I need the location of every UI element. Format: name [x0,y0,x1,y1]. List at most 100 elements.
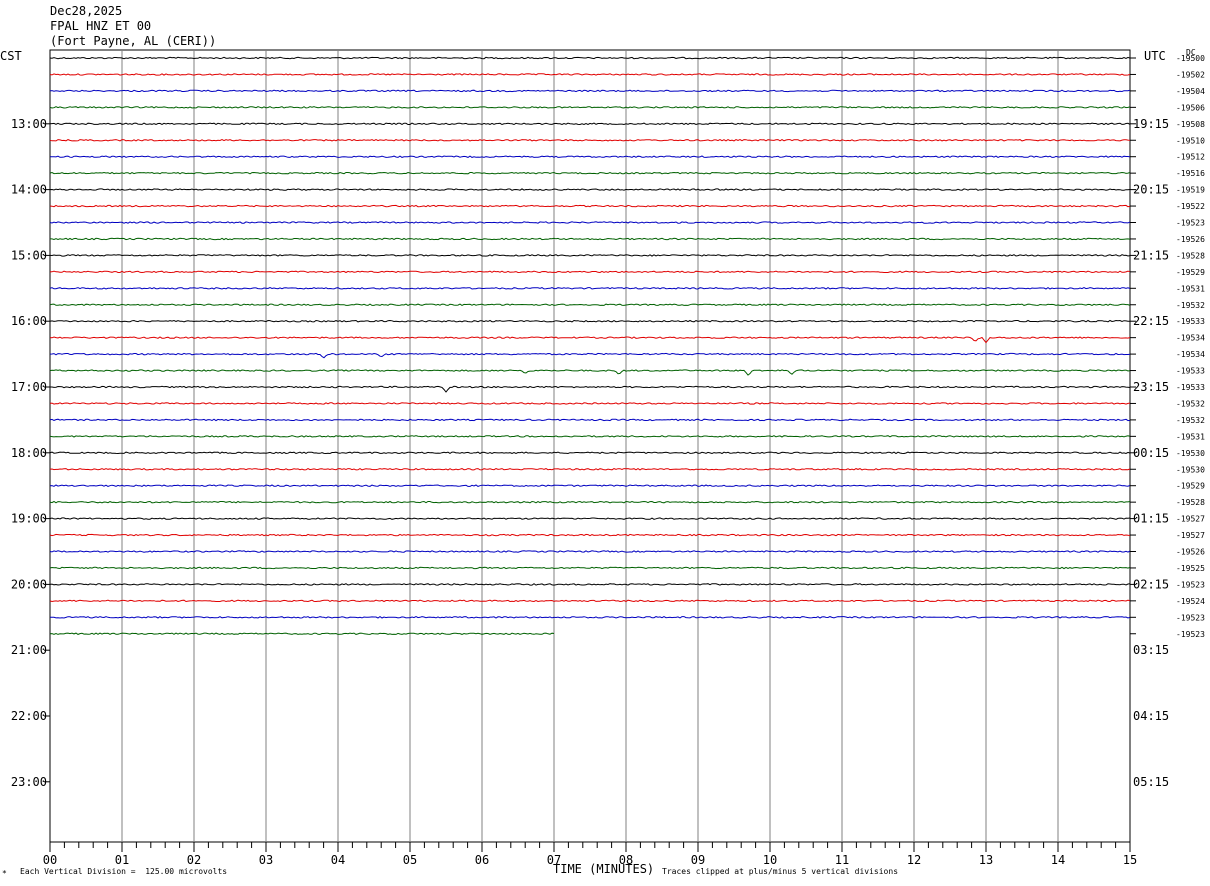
x-tick-label: 09 [691,853,705,867]
dc-offset-label: -19526 [1176,548,1205,557]
left-hour-label: 17:00 [11,380,47,394]
seismic-trace [49,336,1131,344]
dc-offset-label: -19526 [1176,235,1205,244]
seismic-trace [49,632,555,635]
right-hour-label: 04:15 [1133,709,1169,723]
seismic-trace [49,188,1131,191]
x-tick-label: 06 [475,853,489,867]
seismic-trace [49,550,1131,553]
right-hour-label: 22:15 [1133,314,1169,328]
dc-offset-label: -19533 [1176,317,1205,326]
left-hour-label: 20:00 [11,577,47,591]
dc-offset-label: -19512 [1176,153,1205,162]
seismic-trace [49,319,1131,323]
seismic-trace [49,254,1131,257]
x-tick-label: 12 [907,853,921,867]
left-hour-label: 23:00 [11,775,47,789]
x-tick-label: 02 [187,853,201,867]
dc-offset-label: -19519 [1176,186,1205,195]
dc-offset-label: -19533 [1176,383,1205,392]
seismic-trace [49,435,1131,438]
seismic-trace [49,402,1131,405]
right-hour-label: 02:15 [1133,577,1169,591]
dc-offset-label: -19523 [1176,630,1205,639]
dc-offset-label: -19523 [1176,219,1205,228]
x-tick-label: 14 [1051,853,1065,867]
dc-offset-label: -19534 [1176,334,1205,343]
seismic-trace [49,171,1131,175]
x-tick-label: 10 [763,853,777,867]
dc-offset-label: -19500 [1176,54,1205,63]
right-hour-label: 03:15 [1133,643,1169,657]
seismic-trace [50,237,1131,241]
dc-offset-label: -19527 [1176,531,1205,540]
seismic-trace [49,155,1131,158]
seismogram-plot: 00 01 02 03 04 05 06 07 08 09 10 11 12 13 14 1513:0014:… [11,49,1205,867]
x-tick-label: 11 [835,853,849,867]
left-hour-label: 16:00 [11,314,47,328]
left-hour-label: 15:00 [11,248,47,262]
seismic-trace [49,566,1131,570]
x-tick-label: 00 [43,853,57,867]
dc-offset-label: -19531 [1176,432,1205,441]
dc-offset-label: -19533 [1176,367,1205,376]
dc-offset-label: -19529 [1176,268,1205,277]
left-hour-label: 18:00 [11,446,47,460]
seismic-trace [49,468,1131,471]
clipping-note: Traces clipped at plus/minus 5 vertical … [662,867,899,876]
dc-offset-label: -19525 [1176,564,1205,573]
x-tick-label: 05 [403,853,417,867]
seismic-trace [49,599,1131,603]
seismic-trace [49,451,1131,455]
left-hour-label: 14:00 [11,183,47,197]
dc-offset-label: -19532 [1176,416,1205,425]
dc-offset-label: -19508 [1176,120,1205,129]
right-hour-label: 21:15 [1133,248,1169,262]
seismic-trace [49,122,1131,126]
dc-offset-label: -19502 [1176,70,1205,79]
dc-offset-label: -19504 [1176,87,1205,96]
dc-offset-label: -19510 [1176,136,1205,145]
seismic-trace [49,204,1131,208]
x-tick-label: 15 [1123,853,1137,867]
x-tick-label: 01 [115,853,129,867]
seismic-trace [49,615,1131,619]
dc-offset-label: -19530 [1176,465,1205,474]
seismic-trace [49,139,1131,142]
seismic-trace [50,385,1131,393]
seismic-trace [49,106,1131,109]
left-hour-label: 21:00 [11,643,47,657]
seismic-trace [49,533,1131,537]
seismic-trace [49,484,1131,487]
seismic-trace [49,56,1131,60]
x-axis-label: TIME (MINUTES) [553,862,655,876]
seismic-trace [49,500,1131,504]
dc-offset-label: -19532 [1176,399,1205,408]
dc-offset-label: -19534 [1176,350,1205,359]
left-hour-label: 13:00 [11,117,47,131]
vertical-division-note: Each Vertical Division = 125.00 microvol… [20,867,228,876]
right-hour-label: 20:15 [1133,183,1169,197]
dc-offset-label: -19524 [1176,597,1205,606]
dc-offset-label: -19522 [1176,202,1205,211]
right-hour-label: 00:15 [1133,446,1169,460]
dc-offset-label: -19516 [1176,169,1205,178]
dc-offset-label: -19523 [1176,613,1205,622]
dc-offset-label: -19506 [1176,103,1205,112]
right-hour-label: 01:15 [1133,512,1169,526]
x-tick-label: 03 [259,853,273,867]
x-tick-label: 04 [331,853,345,867]
corner-mark: * [2,869,7,878]
left-hour-label: 19:00 [11,512,47,526]
seismic-trace [49,89,1131,93]
x-tick-label: 13 [979,853,993,867]
left-hour-label: 22:00 [11,709,47,723]
plot-frame [49,49,1131,843]
right-hour-label: 05:15 [1133,775,1169,789]
dc-offset-label: -19530 [1176,449,1205,458]
seismic-trace [49,270,1131,274]
dc-offset-label: -19531 [1176,284,1205,293]
dc-offset-label: -19523 [1176,580,1205,589]
dc-offset-label: -19532 [1176,301,1205,310]
seismic-trace [49,303,1131,306]
